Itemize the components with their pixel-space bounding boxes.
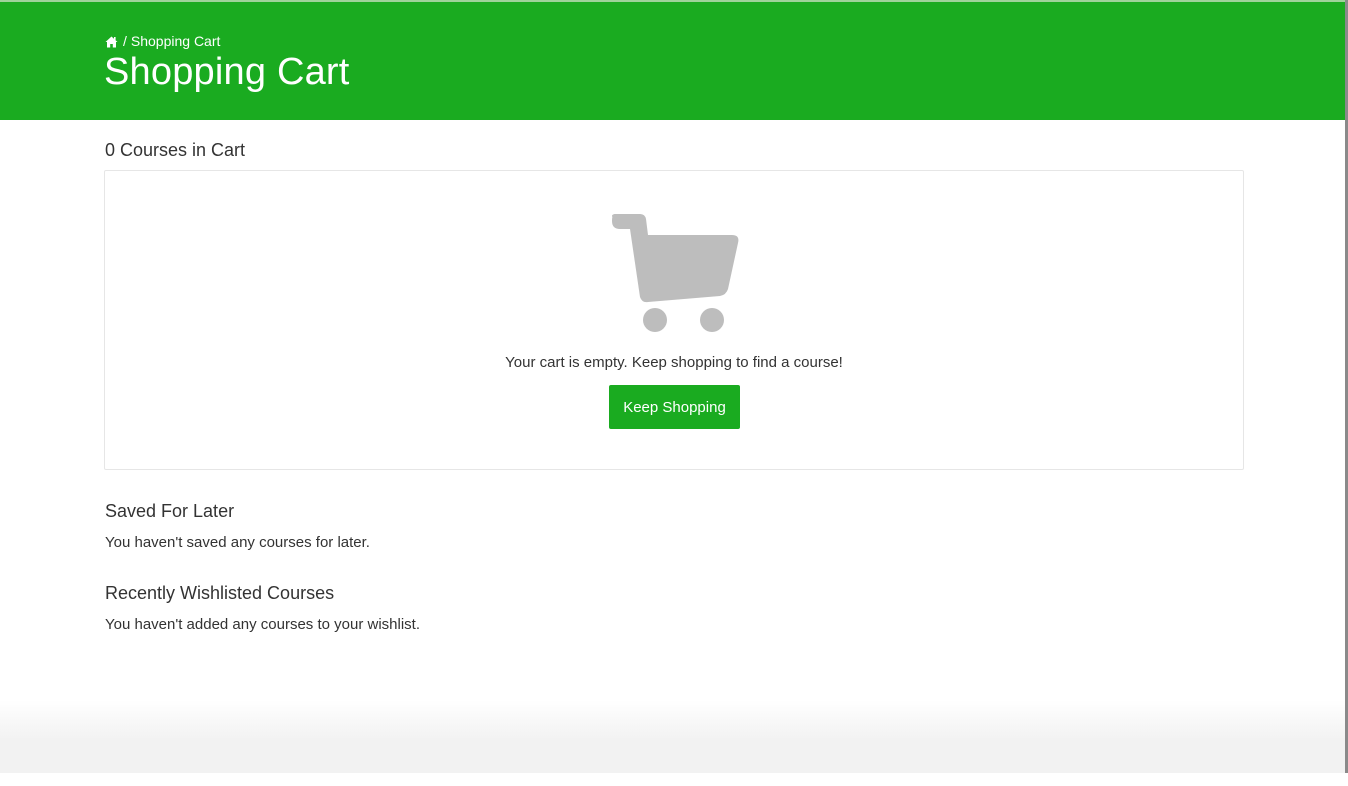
- saved-for-later-title: Saved For Later: [105, 501, 235, 521]
- breadcrumb-current: Shopping Cart: [130, 33, 221, 49]
- empty-cart-message: Your cart is empty. Keep shopping to fin…: [505, 354, 843, 371]
- page-title: Shopping Cart: [104, 51, 350, 93]
- shopping-cart-icon: [612, 214, 739, 332]
- cart-count-title: 0 Courses in Cart: [105, 140, 246, 160]
- page-header: / Shopping Cart Shopping Cart: [0, 2, 1345, 120]
- bottom-strip: [0, 773, 1348, 786]
- wishlist-message: You haven't added any courses to your wi…: [105, 616, 420, 633]
- breadcrumb: / Shopping Cart: [105, 32, 220, 50]
- wishlist-title: Recently Wishlisted Courses: [105, 583, 335, 603]
- cart-panel: Your cart is empty. Keep shopping to fin…: [104, 170, 1244, 470]
- breadcrumb-separator: /: [123, 33, 127, 49]
- page-footer: [0, 700, 1345, 773]
- saved-for-later-message: You haven't saved any courses for later.: [105, 534, 370, 551]
- home-icon[interactable]: [105, 35, 118, 48]
- keep-shopping-button[interactable]: Keep Shopping: [609, 385, 740, 429]
